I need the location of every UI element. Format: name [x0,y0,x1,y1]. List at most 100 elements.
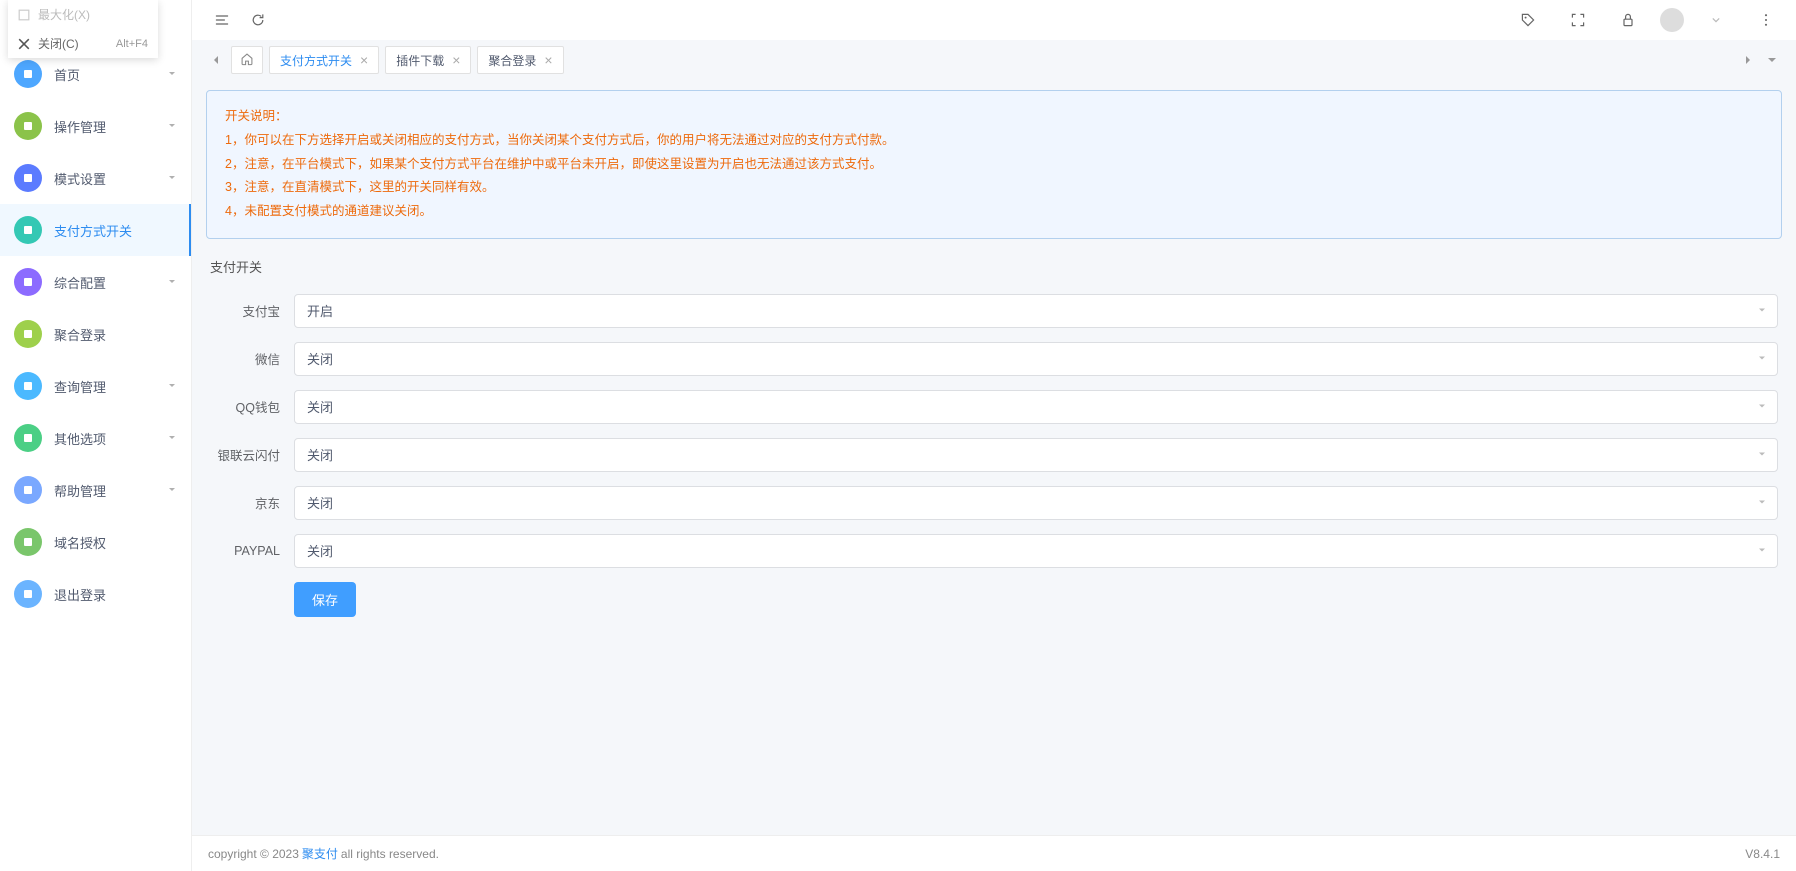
form-row-3: 银联云闪付关闭 [210,438,1778,472]
form-row-1: 微信关闭 [210,342,1778,376]
save-button[interactable]: 保存 [294,582,356,617]
alert-line: 2，注意，在平台模式下，如果某个支付方式平台在维护中或平台未开启，即使这里设置为… [225,153,1763,177]
chevron-down-icon [167,171,177,186]
alert-line: 3，注意，在直清模式下，这里的开关同样有效。 [225,176,1763,200]
tab-close-icon[interactable]: × [452,52,460,68]
tabs-scroll-left[interactable] [206,46,226,74]
menu-icon [14,164,42,192]
sidebar-item-8[interactable]: 帮助管理 [0,464,191,516]
menu-label: 查询管理 [54,377,167,396]
chevron-down-icon [167,379,177,394]
select-5[interactable]: 关闭 [294,534,1778,568]
select-value: 关闭 [307,493,333,512]
tab-close-icon[interactable]: × [544,52,552,68]
menu-icon [14,476,42,504]
select-0[interactable]: 开启 [294,294,1778,328]
select-2[interactable]: 关闭 [294,390,1778,424]
form-label: PAYPAL [210,544,294,558]
os-context-menu: 最大化(X) 关闭(C) Alt+F4 [8,0,158,58]
form-label: 支付宝 [210,301,294,320]
form-label: 京东 [210,493,294,512]
chevron-down-icon [167,275,177,290]
menu-label: 支付方式开关 [54,221,177,240]
menu-label: 帮助管理 [54,481,167,500]
chevron-down-icon [167,431,177,446]
footer-copyright-suffix: all rights reserved. [341,847,439,861]
menu-label: 其他选项 [54,429,167,448]
menu-icon [14,112,42,140]
tab-home[interactable] [231,46,263,74]
menu-label: 域名授权 [54,533,177,552]
ctx-close-label: 关闭(C) [38,35,79,52]
chevron-down-icon[interactable] [1706,10,1726,30]
fullscreen-icon[interactable] [1568,10,1588,30]
lock-icon[interactable] [1618,10,1638,30]
ctx-maximize-label: 最大化(X) [38,6,90,23]
tab-0[interactable]: 支付方式开关× [269,46,379,74]
menu-label: 模式设置 [54,169,167,188]
tabs-scroll-right[interactable] [1738,46,1758,74]
main-content: 开关说明： 1，你可以在下方选择开启或关闭相应的支付方式，当你关闭某个支付方式后… [192,0,1796,835]
tab-2[interactable]: 聚合登录 × [477,46,563,74]
sidebar-item-10[interactable]: 退出登录 [0,568,191,620]
sidebar-item-1[interactable]: 操作管理 [0,100,191,152]
chevron-down-icon [1757,399,1767,414]
sidebar: 首页操作管理模式设置支付方式开关综合配置聚合登录查询管理其他选项帮助管理域名授权… [0,0,192,871]
select-value: 关闭 [307,541,333,560]
menu-label: 退出登录 [54,585,177,604]
chevron-down-icon [167,483,177,498]
select-1[interactable]: 关闭 [294,342,1778,376]
alert-line: 1，你可以在下方选择开启或关闭相应的支付方式，当你关闭某个支付方式后，你的用户将… [225,129,1763,153]
footer-copyright-prefix: copyright © 2023 [208,847,299,861]
menu-label: 综合配置 [54,273,167,292]
alert-line: 4，未配置支付模式的通道建议关闭。 [225,200,1763,224]
menu-icon [14,580,42,608]
close-icon [18,38,30,50]
chevron-down-icon [1757,495,1767,510]
menu-label: 聚合登录 [54,325,177,344]
ctx-close[interactable]: 关闭(C) Alt+F4 [8,29,158,58]
chevron-down-icon [1757,351,1767,366]
sidebar-item-6[interactable]: 查询管理 [0,360,191,412]
menu-icon [14,216,42,244]
home-icon [240,52,254,69]
sidebar-item-3[interactable]: 支付方式开关 [0,204,191,256]
select-4[interactable]: 关闭 [294,486,1778,520]
menu-icon [14,320,42,348]
tab-label: 插件下载 [396,52,444,69]
chevron-down-icon [1757,543,1767,558]
form-label: 微信 [210,349,294,368]
more-icon[interactable] [1756,10,1776,30]
sidebar-item-9[interactable]: 域名授权 [0,516,191,568]
menu-icon [14,528,42,556]
footer: copyright © 2023 聚支付 all rights reserved… [192,835,1796,871]
collapse-sidebar-icon[interactable] [212,10,232,30]
select-3[interactable]: 关闭 [294,438,1778,472]
chevron-down-icon [1757,303,1767,318]
tabs-dropdown[interactable] [1762,46,1782,74]
user-avatar[interactable] [1660,8,1684,32]
menu-icon [14,424,42,452]
form-label: 银联云闪付 [210,445,294,464]
tab-label: 聚合登录 [488,52,536,69]
chevron-down-icon [167,67,177,82]
select-value: 关闭 [307,349,333,368]
sidebar-item-7[interactable]: 其他选项 [0,412,191,464]
tabs-bar: 支付方式开关× 插件下载 × 聚合登录 × [192,40,1796,80]
sidebar-item-2[interactable]: 模式设置 [0,152,191,204]
refresh-icon[interactable] [248,10,268,30]
form-row-4: 京东关闭 [210,486,1778,520]
footer-link[interactable]: 聚支付 [302,845,338,862]
tab-close-icon[interactable]: × [360,52,368,68]
panel: 支付开关 支付宝开启微信关闭QQ钱包关闭银联云闪付关闭京东关闭PAYPAL关闭 … [206,257,1782,651]
tab-1[interactable]: 插件下载 × [385,46,471,74]
select-value: 开启 [307,301,333,320]
menu-label: 操作管理 [54,117,167,136]
form-label: QQ钱包 [210,397,294,416]
menu-icon [14,372,42,400]
menu-icon [14,60,42,88]
tag-icon[interactable] [1518,10,1538,30]
header [192,0,1796,40]
sidebar-item-4[interactable]: 综合配置 [0,256,191,308]
sidebar-item-5[interactable]: 聚合登录 [0,308,191,360]
